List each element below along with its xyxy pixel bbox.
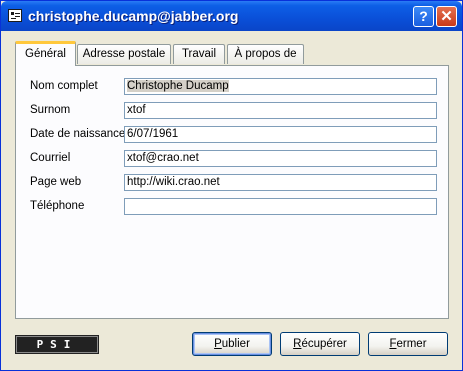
tab-work[interactable]: Travail [173, 44, 225, 64]
close-icon: ✕ [440, 8, 453, 25]
close-label: ermer [396, 338, 427, 350]
homepage-label: Page web [30, 176, 82, 188]
full-name-label: Nom complet [30, 80, 98, 92]
tab-label: Adresse postale [82, 48, 166, 60]
birthday-value: 6/07/1961 [127, 128, 179, 140]
publish-button[interactable]: Publier [192, 332, 272, 356]
dialog-window: christophe.ducamp@jabber.org ? ✕ Général… [0, 0, 463, 371]
full-name-field[interactable]: Christophe Ducamp [124, 78, 437, 95]
homepage-value: http://wiki.crao.net [127, 176, 220, 188]
birthday-field[interactable]: 6/07/1961 [124, 126, 437, 143]
tab-about[interactable]: À propos de [227, 44, 304, 64]
help-icon: ? [419, 8, 428, 24]
phone-field[interactable] [124, 198, 437, 215]
publish-label: ublier [221, 338, 250, 350]
help-button[interactable]: ? [413, 6, 434, 27]
close-accel: F [389, 338, 397, 350]
close-button[interactable]: Fermer [368, 332, 448, 356]
window-title: christophe.ducamp@jabber.org [28, 8, 239, 24]
general-tab-panel: Nom complet Christophe Ducamp Surnom xto… [15, 65, 449, 319]
retrieve-label: écupérer [301, 338, 347, 350]
close-window-button[interactable]: ✕ [436, 6, 457, 27]
homepage-field[interactable]: http://wiki.crao.net [124, 174, 437, 191]
nickname-label: Surnom [30, 104, 71, 116]
full-name-value: Christophe Ducamp [127, 80, 229, 92]
email-value: xtof@crao.net [127, 152, 199, 164]
birthday-label: Date de naissance [30, 128, 126, 140]
tab-general[interactable]: Général [15, 41, 76, 66]
tab-label: Travail [181, 48, 217, 60]
tab-label: À propos de [234, 48, 297, 60]
phone-label: Téléphone [30, 200, 85, 212]
title-bar[interactable]: christophe.ducamp@jabber.org ? ✕ [1, 1, 462, 31]
psi-logo: PSI [15, 335, 99, 354]
card-icon [8, 9, 22, 22]
nickname-field[interactable]: xtof [124, 102, 437, 119]
tab-postal-address[interactable]: Adresse postale [77, 44, 171, 64]
nickname-value: xtof [127, 104, 146, 116]
email-label: Courriel [30, 152, 71, 164]
tab-label: Général [25, 48, 66, 60]
email-field[interactable]: xtof@crao.net [124, 150, 437, 167]
publish-accel: P [214, 338, 222, 350]
retrieve-button[interactable]: Récupérer [280, 332, 360, 356]
